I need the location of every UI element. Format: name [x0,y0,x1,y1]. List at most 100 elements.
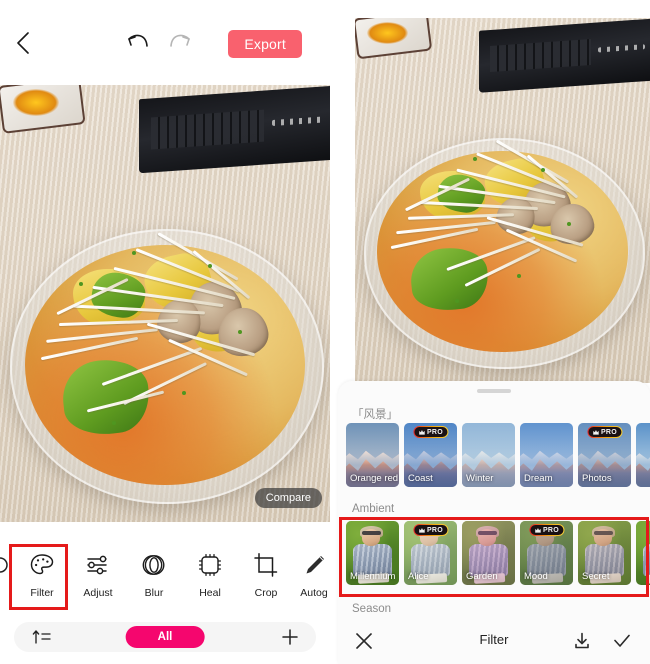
compare-button[interactable]: Compare [254,488,322,508]
filter-thumb-photos[interactable]: PRO Photos [578,423,631,487]
left-topbar: Export [0,0,330,85]
keyboard-keys [150,109,264,149]
tool-partial-left[interactable] [0,540,14,587]
pro-badge: PRO [528,524,565,536]
redo-button[interactable] [168,32,194,54]
category-all-button[interactable]: All [125,626,205,648]
pro-badge-label: PRO [600,428,618,436]
crown-icon [418,527,425,533]
back-button[interactable] [10,30,36,56]
phone-glow [13,89,60,116]
left-panel: Export Compare Filter Adjust Blur Heal C… [0,0,330,664]
tool-label-adjust: Adjust [83,587,113,599]
sheet-drag-handle[interactable] [477,389,511,393]
filter-name: Photos [582,473,612,484]
filter-row-landscape[interactable]: Orange red PRO Coast Winter Dream PRO Ph… [346,423,650,487]
filter-bottom-sheet: 「风景」 Orange red PRO Coast Winter Dream P… [338,381,650,664]
crown-icon [592,429,599,435]
filter-name: Garden [466,571,498,582]
download-icon [575,632,589,649]
photo-preview-image [355,18,650,383]
photo-preview[interactable] [355,18,650,383]
section-title-landscape: 「风景」 [352,409,398,421]
tool-label-blur: Blur [144,587,164,599]
filter-thumb-dream[interactable]: Dream [520,423,573,487]
sheet-title: Filter [479,632,509,647]
food-chive [181,390,186,395]
plus-icon [282,629,298,645]
blur-lens-icon [141,550,167,580]
filter-thumb-winter[interactable]: Winter [462,423,515,487]
check-icon [614,634,630,647]
tool-adjust[interactable]: Adjust [70,540,126,599]
chevron-left-icon [17,32,29,54]
food-chive [79,281,84,286]
right-panel: 「风景」 Orange red PRO Coast Winter Dream P… [330,0,650,664]
filter-name: Alice [408,571,429,582]
filter-thumb-mood[interactable]: PRO Mood [520,521,573,585]
sort-button[interactable] [32,628,52,651]
food-chive [237,329,242,334]
filter-thumb-millennium[interactable]: Millennium [346,521,399,585]
tool-heal[interactable]: Heal [182,540,238,599]
filter-name: Millennium [350,571,396,582]
tool-label-filter: Filter [30,587,54,599]
keyboard-object [138,85,330,174]
phone-glow [366,21,409,44]
filter-thumb-coast[interactable]: PRO Coast [404,423,457,487]
crown-icon [534,527,541,533]
heal-patch-icon [197,550,223,580]
add-filter-button[interactable] [280,627,300,651]
filter-name: Mood [524,571,548,582]
app-root: Export Compare Filter Adjust Blur Heal C… [0,0,650,664]
filter-row-ambient[interactable]: Millennium PRO Alice Garden PRO Mood Sec… [346,521,650,585]
filter-thumb-alice[interactable]: PRO Alice [404,521,457,585]
pro-badge-label: PRO [426,428,444,436]
partial-tool-icon [0,550,14,580]
cancel-button[interactable] [352,629,376,653]
filter-thumb-partial[interactable] [636,423,650,487]
filter-thumb-orange-red[interactable]: Orange red [346,423,399,487]
filter-thumb-secret[interactable]: Secret [578,521,631,585]
undo-button[interactable] [126,32,152,54]
tool-crop[interactable]: Crop [238,540,294,599]
undo-arrow-icon [128,34,148,47]
tool-filter[interactable]: Filter [14,540,70,599]
redo-arrow-icon [170,34,190,47]
palette-icon [29,550,55,580]
keyboard-indicator-lights [597,43,646,53]
autograph-pen-icon [301,550,327,580]
pro-badge: PRO [586,426,623,438]
crown-icon [418,429,425,435]
section-title-season: Season [352,603,392,615]
tool-label-heal: Heal [199,587,221,599]
tool-strip[interactable]: Filter Adjust Blur Heal Crop Autog [0,540,330,612]
pro-badge-label: PRO [542,526,560,534]
crop-icon [253,550,279,580]
keyboard-indicator-lights [271,115,325,127]
confirm-button[interactable] [610,629,634,653]
tool-blur[interactable]: Blur [126,540,182,599]
section-title-ambient: Ambient [352,503,395,515]
tool-label-autograph: Autog [300,587,328,599]
filter-name: Secret [582,571,610,582]
filter-thumb-garden[interactable]: Garden [462,521,515,585]
filter-thumb-partial[interactable] [636,521,650,585]
sheet-bottom-bar: Filter [338,618,650,664]
tool-autograph[interactable]: Autog [294,540,330,599]
filter-name: Orange red [350,473,399,484]
pro-badge: PRO [412,524,449,536]
category-all-label: All [157,631,173,643]
photo-canvas[interactable]: Compare [0,85,330,522]
keyboard-keys [489,39,591,73]
pro-badge: PRO [412,426,449,438]
compare-button-label: Compare [265,492,311,504]
close-x-icon [356,633,372,649]
food-chive [517,273,522,278]
sliders-icon [85,550,111,580]
filter-name: Dream [524,473,553,484]
export-button-label: Export [244,36,286,52]
filter-name: Coast [408,473,433,484]
save-button[interactable] [570,629,594,653]
export-button[interactable]: Export [228,30,302,58]
